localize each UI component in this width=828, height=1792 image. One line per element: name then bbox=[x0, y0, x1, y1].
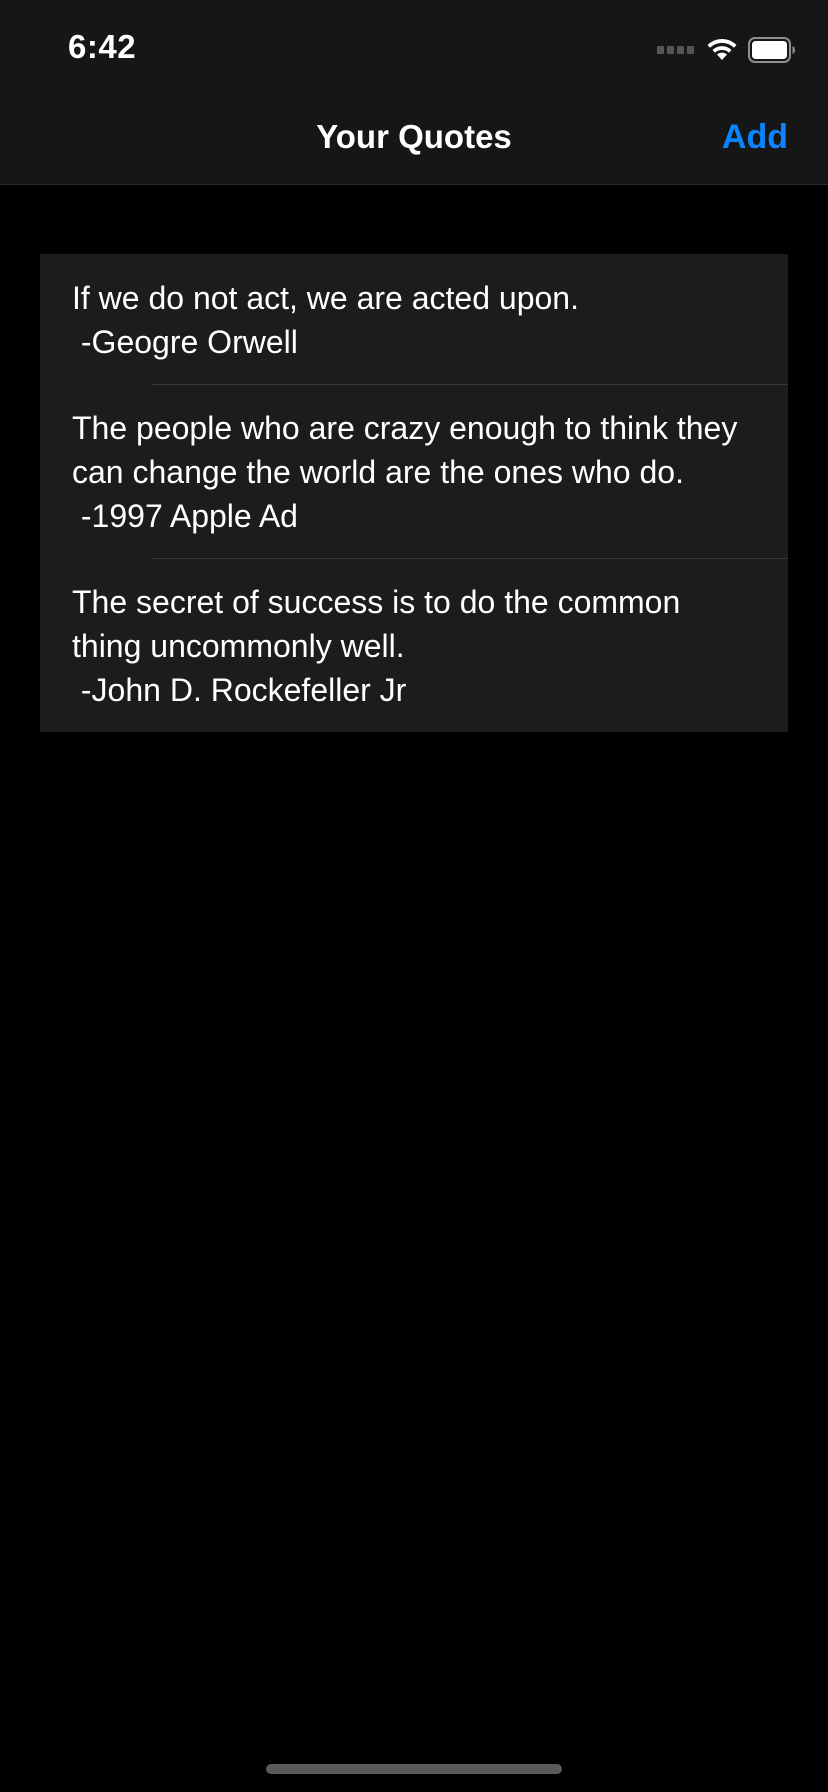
header: 6:42 Your Quotes Add bbox=[0, 0, 828, 185]
quote-text: The secret of success is to do the commo… bbox=[72, 584, 690, 664]
quote-author: -Geogre Orwell bbox=[72, 324, 298, 360]
list-item[interactable]: The people who are crazy enough to think… bbox=[40, 384, 788, 558]
quote-author: -John D. Rockefeller Jr bbox=[72, 672, 407, 708]
quote-author: -1997 Apple Ad bbox=[72, 498, 298, 534]
page-title: Your Quotes bbox=[316, 118, 512, 155]
screen: 6:42 Your Quotes Add If we do not act, w… bbox=[0, 0, 828, 1792]
quotes-list: If we do not act, we are acted upon. -Ge… bbox=[40, 254, 788, 732]
status-icons bbox=[657, 36, 796, 64]
add-button[interactable]: Add bbox=[722, 118, 788, 157]
home-indicator[interactable] bbox=[266, 1764, 562, 1774]
cellular-signal-icon bbox=[657, 46, 694, 54]
quote-text: If we do not act, we are acted upon. bbox=[72, 280, 579, 316]
wifi-icon bbox=[707, 38, 737, 60]
quote-text: The people who are crazy enough to think… bbox=[72, 410, 747, 490]
list-item[interactable]: If we do not act, we are acted upon. -Ge… bbox=[40, 254, 788, 384]
status-time: 6:42 bbox=[68, 28, 137, 65]
battery-icon bbox=[748, 37, 795, 63]
list-item[interactable]: The secret of success is to do the commo… bbox=[40, 558, 788, 732]
